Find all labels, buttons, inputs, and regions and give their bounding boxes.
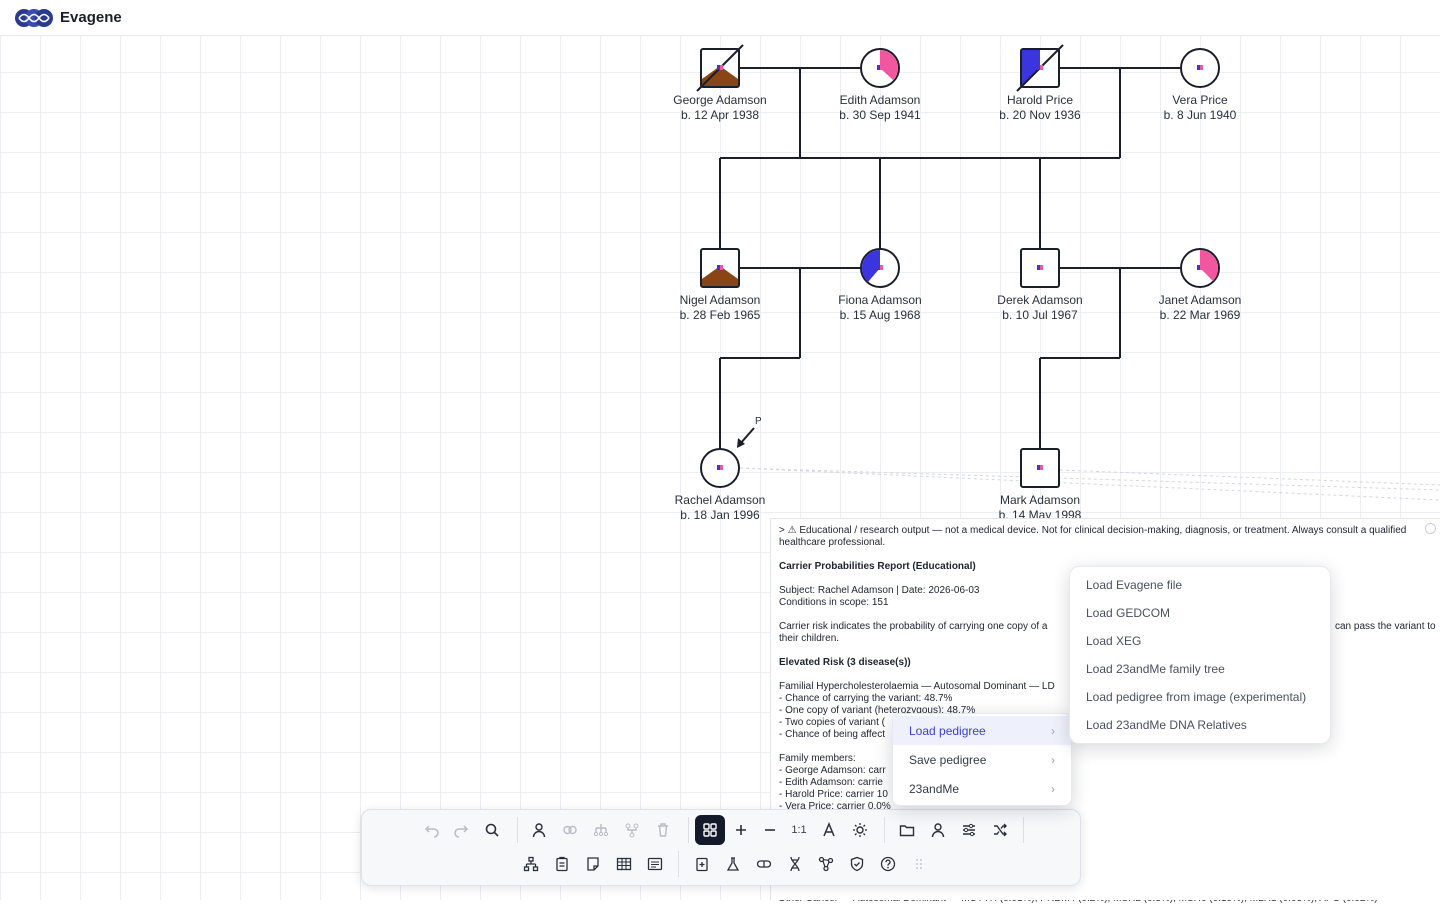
shield-icon[interactable] <box>844 851 870 877</box>
person-label[interactable]: Nigel Adamson b. 28 Feb 1965 <box>650 293 790 323</box>
person-label[interactable]: Derek Adamson b. 10 Jul 1967 <box>970 293 1110 323</box>
network-icon[interactable] <box>813 851 839 877</box>
menu-item-save-pedigree[interactable]: Save pedigree › <box>893 745 1071 774</box>
search-icon[interactable] <box>479 817 505 843</box>
chevron-right-icon: › <box>1051 752 1055 767</box>
clipboard-icon[interactable] <box>549 851 575 877</box>
add-parents-icon[interactable] <box>619 817 645 843</box>
menu-item-load-xeg[interactable]: Load XEG <box>1070 627 1330 655</box>
close-icon[interactable] <box>1425 523 1436 534</box>
add-children-icon[interactable] <box>588 817 614 843</box>
delete-icon[interactable] <box>650 817 676 843</box>
zoom-out-icon[interactable] <box>757 817 783 843</box>
menu-item-load-from-image[interactable]: Load pedigree from image (experimental) <box>1070 683 1330 711</box>
theme-icon[interactable] <box>847 817 873 843</box>
menu-item-load-gedcom[interactable]: Load GEDCOM <box>1070 599 1330 627</box>
person-harold-price <box>1016 44 1064 92</box>
report-subject: Subject: Rachel Adamson | Date: 2026-06-… <box>779 585 980 596</box>
menu-item-load-pedigree[interactable]: Load pedigree › <box>893 716 1071 745</box>
toolbar-separator <box>517 817 518 843</box>
layout-grid-icon[interactable] <box>695 815 725 845</box>
drag-handle-icon[interactable] <box>906 851 932 877</box>
person-label[interactable]: George Adamson b. 12 Apr 1938 <box>650 93 790 123</box>
toolbar-separator <box>678 851 679 877</box>
person-label[interactable]: Fiona Adamson b. 15 Aug 1968 <box>810 293 950 323</box>
dna-icon[interactable] <box>782 851 808 877</box>
person-vera-price <box>1180 48 1220 88</box>
report-icon[interactable] <box>689 851 715 877</box>
report-scope: Conditions in scope: 151 <box>779 597 889 608</box>
person-mark-adamson <box>1020 448 1060 488</box>
evagene-logo-icon <box>15 8 53 27</box>
toolbar-separator <box>884 817 885 843</box>
text-size-icon[interactable] <box>816 817 842 843</box>
menu-item-load-23andme-relatives[interactable]: Load 23andMe DNA Relatives <box>1070 711 1330 739</box>
person-label[interactable]: Vera Price b. 8 Jun 1940 <box>1130 93 1270 123</box>
pill-icon[interactable] <box>751 851 777 877</box>
person-label[interactable]: Janet Adamson b. 22 Mar 1969 <box>1130 293 1270 323</box>
bottom-toolbar: 1:1 <box>361 809 1081 886</box>
app-header: Evagene <box>0 0 1440 36</box>
report-family-block: Family members: - George Adamson: carr -… <box>779 753 891 812</box>
report-disclaimer: > ⚠ Educational / research output — not … <box>779 525 1407 548</box>
note-icon[interactable] <box>580 851 606 877</box>
tree-icon[interactable] <box>518 851 544 877</box>
app-title: Evagene <box>60 9 122 26</box>
link-partners-icon[interactable] <box>557 817 583 843</box>
menu-item-load-evagene-file[interactable]: Load Evagene file <box>1070 571 1330 599</box>
person-rachel-adamson <box>700 427 755 488</box>
person-label[interactable]: Harold Price b. 20 Nov 1936 <box>970 93 1110 123</box>
add-person-icon[interactable] <box>526 817 552 843</box>
undo-icon[interactable] <box>419 817 445 843</box>
person-nigel-adamson <box>700 248 740 288</box>
flask-icon[interactable] <box>720 851 746 877</box>
proband-marker: P <box>755 416 762 427</box>
list-icon[interactable] <box>642 851 668 877</box>
menu-item-load-23andme-tree[interactable]: Load 23andMe family tree <box>1070 655 1330 683</box>
profile-icon[interactable] <box>925 817 951 843</box>
zoom-in-icon[interactable] <box>728 817 754 843</box>
folder-icon[interactable] <box>894 817 920 843</box>
toolbar-separator <box>688 817 689 843</box>
person-george-adamson <box>696 44 744 92</box>
zoom-reset-button[interactable]: 1:1 <box>786 817 812 843</box>
person-derek-adamson <box>1020 248 1060 288</box>
redo-icon[interactable] <box>448 817 474 843</box>
person-label[interactable]: Edith Adamson b. 30 Sep 1941 <box>810 93 950 123</box>
person-janet-adamson <box>1180 248 1220 288</box>
logo[interactable]: Evagene <box>14 8 122 28</box>
menu-item-23andme[interactable]: 23andMe › <box>893 774 1071 803</box>
person-fiona-adamson <box>860 248 900 288</box>
table-icon[interactable] <box>611 851 637 877</box>
person-edith-adamson <box>860 48 900 88</box>
person-label[interactable]: Rachel Adamson b. 18 Jan 1996 <box>650 493 790 523</box>
file-menu: Load pedigree › Save pedigree › 23andMe … <box>892 713 1072 806</box>
help-icon[interactable] <box>875 851 901 877</box>
chevron-right-icon: › <box>1051 781 1055 796</box>
shuffle-icon[interactable] <box>987 817 1013 843</box>
chevron-right-icon: › <box>1051 723 1055 738</box>
toolbar-separator <box>1023 817 1024 843</box>
sliders-icon[interactable] <box>956 817 982 843</box>
load-pedigree-submenu: Load Evagene file Load GEDCOM Load XEG L… <box>1069 566 1331 744</box>
